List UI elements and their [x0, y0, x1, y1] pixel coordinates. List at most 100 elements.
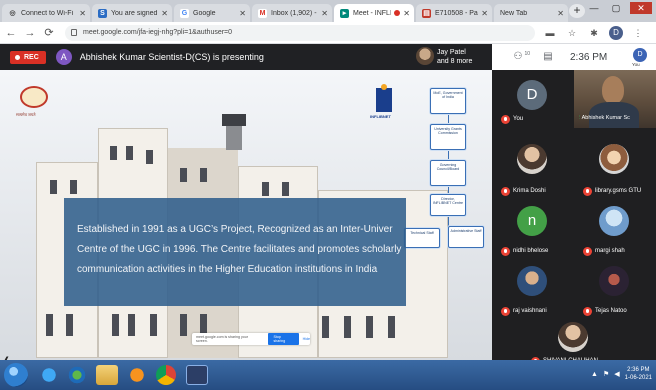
- presenter-avatar: A: [55, 49, 72, 65]
- app-window-icon[interactable]: [186, 365, 208, 385]
- minimize-icon[interactable]: —: [586, 2, 602, 14]
- tab-label: Inbox (1,902) - anj: [271, 9, 318, 17]
- chrome-icon[interactable]: [156, 365, 176, 385]
- tab-label: Meet - INFLIB: [353, 9, 391, 17]
- participant-tile[interactable]: n nidhi bhelose: [492, 202, 574, 260]
- record-dot-icon: [15, 54, 20, 60]
- s-favicon-icon: S: [98, 8, 107, 18]
- presenter-status: Abhishek Kumar Scientist-D(CS) is presen…: [79, 52, 264, 62]
- org-box-technical-staff: Technical Staff: [404, 228, 440, 248]
- network-icon[interactable]: ▲: [591, 371, 598, 378]
- tab-inbox[interactable]: M Inbox (1,902) - anj ✕: [252, 4, 332, 22]
- tab-signed-in[interactable]: S You are signed in ✕: [92, 4, 172, 22]
- extension-puzzle-icon[interactable]: ✱: [587, 26, 601, 40]
- tab-close-icon[interactable]: ✕: [481, 9, 488, 18]
- screen-share-notice: meet.google.com is sharing your screen. …: [192, 333, 310, 345]
- gmail-icon: M: [258, 8, 267, 18]
- clock-time: 2:36 PM: [627, 367, 650, 373]
- tab-participants[interactable]: ▤ E710508 - Particip ✕: [416, 4, 492, 22]
- recording-dot-icon: [394, 10, 401, 16]
- google-g-icon: G: [180, 8, 189, 18]
- meet-icon: ▸: [340, 8, 349, 18]
- firefox-icon[interactable]: [126, 365, 148, 385]
- tab-close-icon[interactable]: ✕: [557, 9, 564, 18]
- tab-close-icon[interactable]: ✕: [321, 9, 328, 18]
- maximize-icon[interactable]: ▢: [608, 2, 624, 14]
- self-avatar[interactable]: D: [633, 48, 647, 62]
- participant-tile[interactable]: library.gsms GTU: [574, 142, 656, 200]
- participant-name: nidhi bhelose: [513, 248, 549, 254]
- tab-connect-wifi[interactable]: ◎ Connect to Wi-Fi ✕: [2, 4, 90, 22]
- participant-tile[interactable]: Tejas Natoo: [574, 262, 656, 320]
- bookmark-star-icon[interactable]: ☆: [565, 26, 579, 40]
- participant-tile[interactable]: SHIVANI CHAUHAN: [531, 320, 615, 366]
- lock-icon: [71, 29, 77, 36]
- rec-label: REC: [24, 53, 39, 61]
- people-icon[interactable]: ⚇ 10: [510, 50, 530, 64]
- doc-icon: ▤: [422, 8, 431, 18]
- mic-off-icon: [583, 307, 592, 316]
- tab-google[interactable]: G Google ✕: [174, 4, 250, 22]
- tab-close-icon[interactable]: ✕: [79, 9, 86, 18]
- participant-tile[interactable]: Krima Doshi: [492, 142, 574, 200]
- volume-icon[interactable]: ◀: [614, 370, 619, 378]
- browser-toolbar: ← → ⟳ meet.google.com/jfa-iegj-nhg?pli=1…: [0, 22, 656, 44]
- participant-grid: D You ⫶ Abhishek Kumar Sc Krima Doshi li…: [492, 70, 656, 366]
- hide-button[interactable]: Hide: [303, 337, 310, 341]
- others-label[interactable]: Jay Patel and 8 more: [437, 48, 472, 66]
- mic-off-icon: [583, 247, 592, 256]
- window-controls: — ▢ ✕: [586, 2, 652, 16]
- participant-photo: [517, 144, 547, 174]
- tab-label: New Tab: [500, 9, 528, 17]
- participant-tile[interactable]: raj vaishnani: [492, 262, 574, 320]
- tab-close-icon[interactable]: ✕: [403, 9, 410, 18]
- mic-off-icon: [583, 187, 592, 196]
- tab-label: Connect to Wi-Fi: [21, 9, 74, 17]
- participant-photo: [599, 144, 629, 174]
- org-box-moe: MoE, Government of India: [430, 88, 466, 114]
- tab-close-icon[interactable]: ✕: [239, 9, 246, 18]
- tab-close-icon[interactable]: ✕: [161, 9, 168, 18]
- profile-avatar[interactable]: D: [609, 25, 623, 40]
- url-text: meet.google.com/jfa-iegj-nhg?pli=1&authu…: [83, 29, 233, 36]
- emblem-caption: सत्यमेव जयते: [16, 112, 36, 117]
- self-label: You: [632, 62, 640, 67]
- flag-icon[interactable]: ⚑: [603, 370, 609, 378]
- file-explorer-icon[interactable]: [96, 365, 118, 385]
- recording-badge: REC: [10, 50, 46, 64]
- mic-off-icon: [501, 307, 510, 316]
- mic-off-icon: [501, 115, 510, 124]
- others-avatar[interactable]: [416, 47, 434, 65]
- participant-video-tile[interactable]: ⫶ Abhishek Kumar Sc: [574, 70, 656, 128]
- system-tray: ▲ ⚑ ◀ 2:36 PM 1-06-2021: [591, 366, 652, 382]
- start-button[interactable]: [4, 363, 28, 387]
- reload-icon[interactable]: ⟳: [41, 25, 57, 41]
- window-close-icon[interactable]: ✕: [630, 2, 652, 14]
- new-tab-button[interactable]: +: [569, 4, 585, 18]
- back-arrow-icon[interactable]: ←: [3, 25, 19, 41]
- others-line-2: and 8 more: [437, 58, 473, 65]
- forward-arrow-icon[interactable]: →: [22, 25, 38, 41]
- chat-icon[interactable]: ▤: [540, 50, 556, 64]
- participant-photo: [599, 206, 629, 236]
- participant-photo: [599, 266, 629, 296]
- media-player-icon[interactable]: [66, 365, 88, 385]
- participant-avatar: n: [517, 206, 547, 236]
- participant-tile[interactable]: D You: [492, 70, 574, 128]
- taskbar-clock[interactable]: 2:36 PM 1-06-2021: [625, 366, 652, 382]
- meeting-clock: 2:36 PM: [570, 51, 608, 63]
- tab-new-tab[interactable]: New Tab ✕: [494, 4, 568, 22]
- menu-kebab-icon[interactable]: ⋮: [631, 26, 645, 40]
- meet-topbar: ⚇ 10 ▤ 2:36 PM D You: [492, 44, 656, 70]
- participant-count: 10: [524, 51, 530, 57]
- participant-tile[interactable]: margi shah: [574, 202, 656, 260]
- caption-line-3: communication activities in the Higher E…: [77, 264, 378, 275]
- camera-icon[interactable]: ▬: [543, 26, 557, 40]
- browser-tab-strip: ◎ Connect to Wi-Fi ✕ S You are signed in…: [0, 0, 656, 22]
- speaking-indicator-icon: ⫶: [579, 115, 581, 121]
- caption-line-1: Established in 1991 as a UGC’s Project, …: [77, 224, 393, 235]
- internet-explorer-icon[interactable]: [38, 365, 60, 385]
- address-bar[interactable]: meet.google.com/jfa-iegj-nhg?pli=1&authu…: [65, 24, 535, 41]
- tab-meet[interactable]: ▸ Meet - INFLIB ✕: [334, 4, 414, 22]
- stop-sharing-button[interactable]: Stop sharing: [268, 333, 299, 345]
